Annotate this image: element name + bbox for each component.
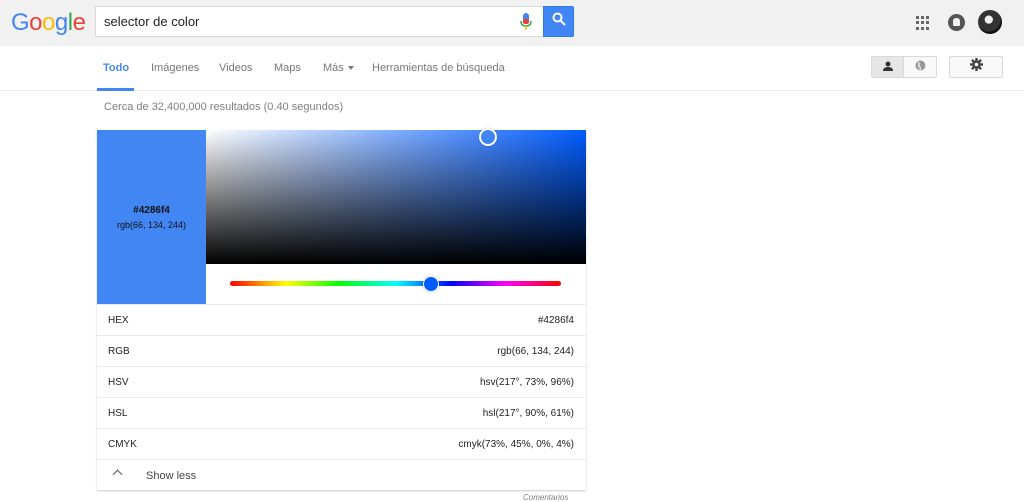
- color-row-rgb: RGB rgb(66, 134, 244): [97, 335, 586, 366]
- mic-icon[interactable]: [520, 13, 536, 31]
- logo-letter: o: [42, 9, 55, 36]
- row-value[interactable]: hsl(217°, 90%, 61%): [483, 408, 574, 419]
- show-less-label: Show less: [146, 470, 197, 482]
- avatar[interactable]: [978, 10, 1002, 34]
- color-row-hex: HEX #4286f4: [97, 304, 586, 335]
- tab-imagenes[interactable]: Imágenes: [151, 62, 199, 74]
- logo-letter: o: [29, 9, 43, 36]
- results-stats: Cerca de 32,400,000 resultados (0.40 seg…: [104, 101, 344, 113]
- row-value[interactable]: rgb(66, 134, 244): [497, 346, 574, 357]
- active-tab-indicator: [97, 88, 134, 91]
- logo-letter: g: [54, 9, 68, 36]
- header: Google selector de color: [0, 0, 1024, 46]
- globe-icon: [915, 58, 926, 76]
- settings-button[interactable]: [949, 56, 1003, 78]
- row-label: HSV: [108, 377, 129, 388]
- swatch-rgb: rgb(66, 134, 244): [116, 219, 187, 230]
- tab-videos[interactable]: Videos: [219, 62, 252, 74]
- logo-letter: e: [72, 9, 86, 36]
- row-value[interactable]: hsv(217°, 73%, 96%): [480, 377, 574, 388]
- apps-grid-icon[interactable]: [916, 16, 930, 30]
- show-less-button[interactable]: Show less: [97, 459, 586, 490]
- search-icon: [552, 12, 566, 31]
- chevron-down-icon: [347, 66, 354, 71]
- color-values-list: HEX #4286f4 RGB rgb(66, 134, 244) HSV hs…: [97, 304, 586, 459]
- row-label: RGB: [108, 346, 130, 357]
- google-logo[interactable]: Google: [11, 9, 86, 36]
- tab-herramientas[interactable]: Herramientas de búsqueda: [372, 62, 505, 74]
- gear-icon: [969, 58, 983, 76]
- row-label: CMYK: [108, 439, 137, 450]
- search-input[interactable]: selector de color: [95, 6, 544, 37]
- color-row-hsl: HSL hsl(217°, 90%, 61%): [97, 397, 586, 428]
- saturation-value-area[interactable]: [206, 130, 586, 264]
- row-value[interactable]: #4286f4: [538, 315, 574, 326]
- row-value[interactable]: cmyk(73%, 45%, 0%, 4%): [458, 439, 574, 450]
- results-type-toggle: [871, 56, 937, 78]
- hue-slider-handle[interactable]: [423, 276, 439, 292]
- global-results-button[interactable]: [905, 57, 936, 77]
- color-row-cmyk: CMYK cmyk(73%, 45%, 0%, 4%): [97, 428, 586, 459]
- personal-results-button[interactable]: [872, 57, 904, 77]
- feedback-link[interactable]: Comentarios: [523, 493, 568, 502]
- swatch-hex: #4286f4: [133, 204, 170, 216]
- search-query[interactable]: selector de color: [104, 14, 199, 29]
- notifications-icon[interactable]: [948, 14, 965, 31]
- search-button[interactable]: [543, 6, 574, 37]
- color-swatch: #4286f4 rgb(66, 134, 244): [97, 130, 206, 304]
- row-label: HSL: [108, 408, 128, 419]
- chevron-up-icon: [112, 469, 123, 480]
- hue-slider[interactable]: [230, 281, 561, 286]
- saturation-handle[interactable]: [479, 128, 497, 146]
- tab-mas-label: Más: [323, 62, 344, 74]
- person-icon: [882, 58, 893, 76]
- color-row-hsv: HSV hsv(217°, 73%, 96%): [97, 366, 586, 397]
- row-label: HEX: [108, 315, 129, 326]
- tab-maps[interactable]: Maps: [274, 62, 301, 74]
- logo-letter: G: [11, 9, 30, 36]
- tab-mas[interactable]: Más: [323, 62, 354, 74]
- tab-todo[interactable]: Todo: [103, 62, 129, 74]
